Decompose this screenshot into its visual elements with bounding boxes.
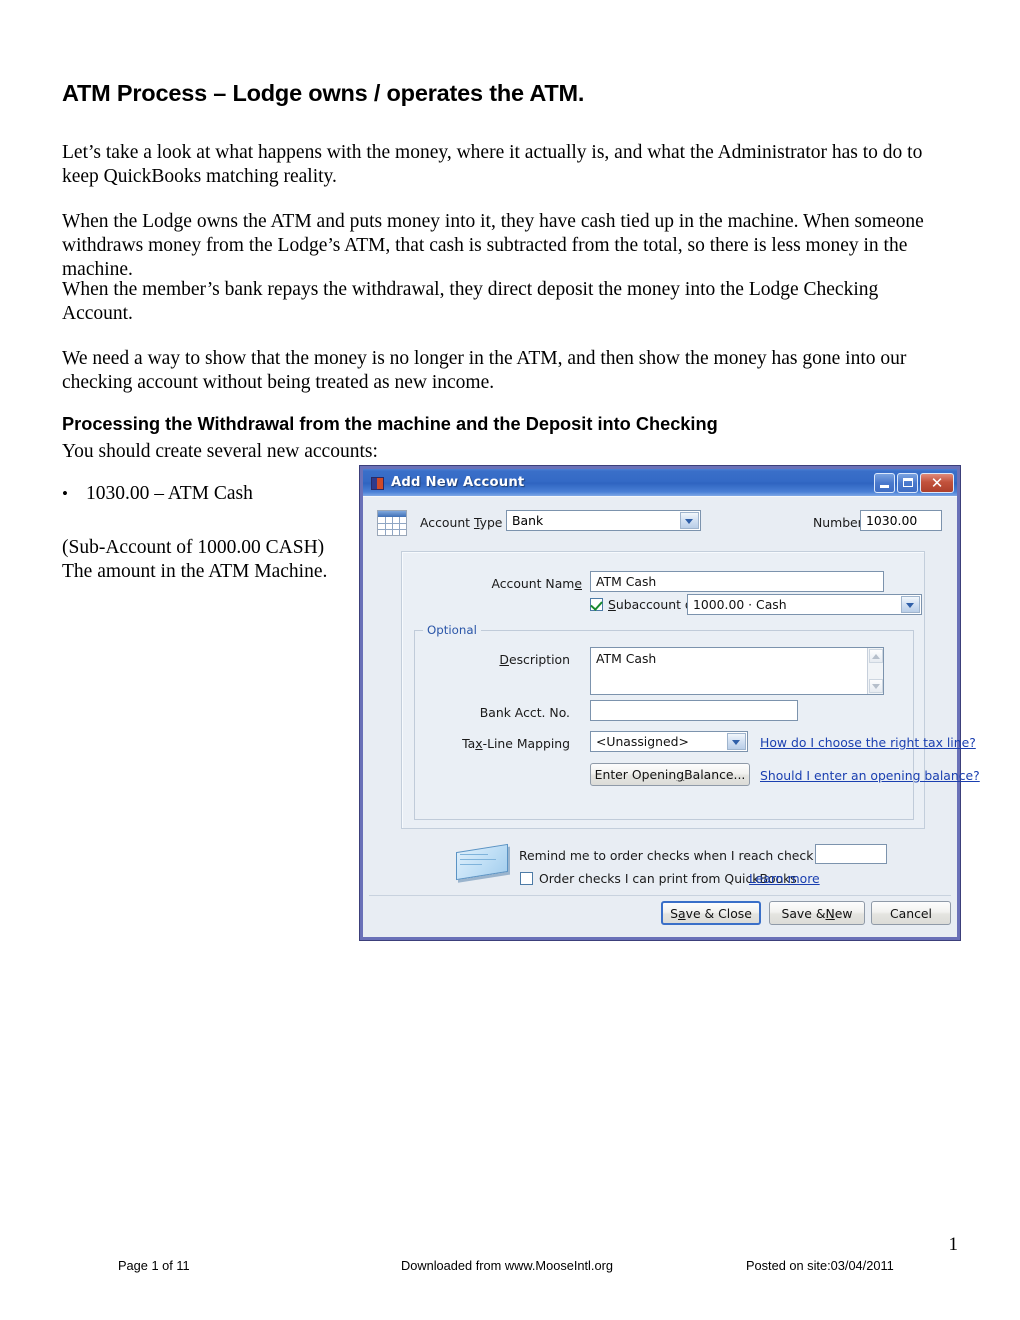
page-title: ATM Process – Lodge owns / operates the … [62,80,585,106]
quickbooks-flag-icon [370,476,385,490]
chevron-down-icon[interactable] [727,733,746,750]
account-details-panel: Account Name ATM Cash Subaccount of 1000… [401,551,980,829]
order-checks-checkbox[interactable] [520,872,533,885]
paragraph-intro: Let’s take a look at what happens with t… [62,142,923,188]
number-input[interactable]: 1030.00 [860,510,942,531]
tax-line-mapping-value: <Unassigned> [596,734,689,749]
bullet-text: 1030.00 – ATM Cash [86,483,253,504]
optional-legend: Optional [423,623,481,637]
add-new-account-dialog: Add New Account ✕ Account Type Bank Numb… [360,466,980,940]
chevron-down-icon[interactable] [901,596,920,613]
divider [369,895,951,896]
footer-source: Downloaded from www.MooseIntl.org [401,1258,613,1273]
account-type-label: Account Type [420,515,503,530]
close-icon: ✕ [930,473,944,492]
how-do-i-choose-tax-line-link[interactable]: How do I choose the right tax line? [760,735,976,750]
tax-line-mapping-select[interactable]: <Unassigned> [590,731,748,752]
dialog-titlebar: Add New Account ✕ [363,469,957,496]
subaccount-select[interactable]: 1000.00 · Cash [687,594,922,615]
document-page: ATM Process – Lodge owns / operates the … [0,0,1020,1320]
maximize-button[interactable] [897,472,918,493]
window-controls: ✕ [874,472,954,493]
subaccount-value: 1000.00 · Cash [693,597,787,612]
account-type-row: Account Type Bank Number 1030.00 [363,509,957,539]
note-block: (Sub-Account of 1000.00 CASH) The amount… [62,536,362,584]
bank-acct-no-label: Bank Acct. No. [479,705,570,720]
enter-opening-balance-button[interactable]: Enter Openin g Balance... [590,763,750,786]
bullet-icon: • [62,484,68,503]
section-heading: Processing the Withdrawal from the machi… [62,414,718,434]
footer-page-count: Page 1 of 11 [118,1258,190,1273]
paragraph-bank-repays: When the member’s bank repays the withdr… [62,279,879,325]
scroll-up-icon[interactable] [869,649,883,663]
number-label: Number [813,515,863,530]
dialog-button-bar: Sa ve & Close Save & New Cancel [363,901,957,927]
check-number-input[interactable] [815,844,887,864]
account-name-value: ATM Cash [596,574,657,589]
account-type-select[interactable]: Bank [506,510,701,531]
paragraph-need-a-way: We need a way to show that the money is … [62,348,907,394]
description-value: ATM Cash [596,651,657,666]
page-footer: Page 1 of 11 Downloaded from www.MooseIn… [0,1258,1020,1278]
save-and-new-button[interactable]: Save & New [769,901,865,925]
list-item: • 1030.00 – ATM Cash [62,482,362,506]
bank-acct-no-input[interactable] [590,700,798,721]
should-i-enter-opening-balance-link[interactable]: Should I enter an opening balance? [760,768,980,783]
number-value: 1030.00 [866,513,918,528]
tax-line-mapping-label: Tax-Line Mapping [462,736,570,751]
learn-more-link[interactable]: Learn more [749,871,820,886]
description-scrollbar[interactable] [867,648,883,694]
minimize-button[interactable] [874,472,895,493]
checkbook-icon [454,843,512,884]
account-name-label: Account Name [491,576,582,591]
check-reminder-area: Remind me to order checks when I reach c… [451,842,931,892]
account-grid-icon [377,510,407,536]
page-number: 1 [948,1234,959,1255]
subaccount-label: Subaccount of [608,597,697,612]
chevron-down-icon[interactable] [680,512,699,529]
close-button[interactable]: ✕ [920,472,954,493]
footer-posted-date: Posted on site:03/04/2011 [746,1258,894,1273]
check-reminder-label: Remind me to order checks when I reach c… [519,848,866,863]
description-label: Description [499,652,570,667]
description-textarea[interactable]: ATM Cash [590,647,884,695]
dialog-body: Account Type Bank Number 1030.00 Account… [363,496,980,937]
paragraph-lodge-owns: When the Lodge owns the ATM and puts mon… [62,211,924,281]
dialog-title: Add New Account [391,475,525,490]
note-amount-in-atm: The amount in the ATM Machine. [62,561,328,583]
account-type-value: Bank [512,513,544,528]
subaccount-checkbox[interactable] [590,598,603,611]
note-subaccount-of: (Sub-Account of 1000.00 CASH) [62,537,325,558]
scroll-down-icon[interactable] [869,679,883,693]
cancel-button[interactable]: Cancel [871,901,951,925]
subheading-create-accounts: You should create several new accounts: [62,441,378,462]
save-and-close-button[interactable]: Sa ve & Close [661,901,761,925]
account-name-input[interactable]: ATM Cash [590,571,884,592]
